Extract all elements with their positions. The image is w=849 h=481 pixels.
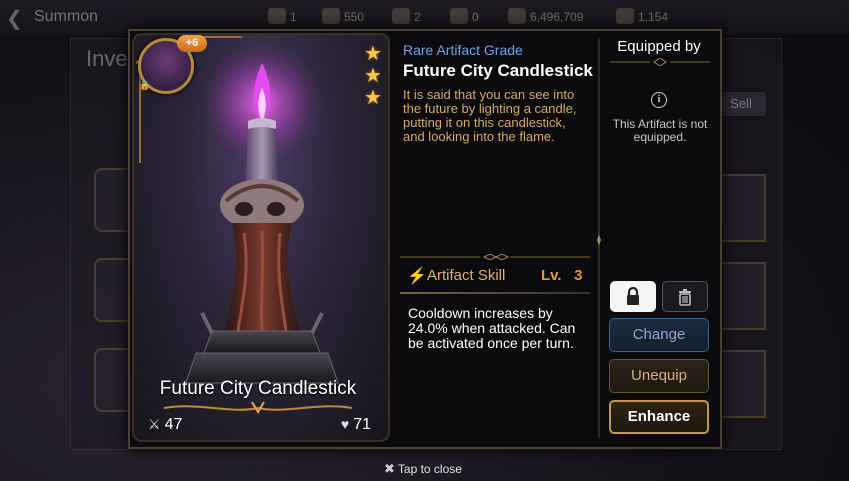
skill-level-value: 3 <box>574 267 583 284</box>
health-stat: ♥ 71 <box>341 416 371 434</box>
skill-level: Lv. 3 <box>541 267 582 284</box>
artifact-grade: Rare Artifact Grade <box>403 42 523 58</box>
skill-level-prefix: Lv. <box>541 267 562 284</box>
name-ornament <box>163 401 353 414</box>
back-arrow-icon[interactable]: ❮ <box>6 6 23 31</box>
screen-title: Summon <box>34 8 99 25</box>
resource-icon <box>268 8 286 24</box>
star-icon: ★ <box>364 43 382 65</box>
resource-value: 1 <box>290 10 297 24</box>
gold-icon <box>508 8 526 24</box>
sell-button: Sell <box>716 92 766 116</box>
gold-value: 6,496,709 <box>530 10 584 24</box>
skill-divider <box>400 292 590 294</box>
resource-value: 2 <box>414 10 421 24</box>
card-artifact-name: Future City Candlestick <box>159 378 357 399</box>
artifact-lore: It is said that you can see into the fut… <box>403 87 577 144</box>
enhance-button[interactable]: Enhance <box>609 400 709 434</box>
lock-button[interactable] <box>610 281 656 312</box>
info-icon: i <box>651 92 667 108</box>
resource-icon <box>616 8 634 24</box>
star-icon: ★ <box>364 65 382 87</box>
star-rating: ★ ★ ★ <box>364 43 384 109</box>
resource-icon <box>322 8 340 24</box>
attack-stat: ⚔ 47 <box>148 416 182 434</box>
resource-icon <box>392 8 410 24</box>
inventory-slot <box>716 174 766 242</box>
equipped-status: This Artifact is not equipped. <box>612 117 708 144</box>
resource-value: 0 <box>472 10 479 24</box>
equipped-ornament <box>610 58 710 66</box>
resource-value: 1,154 <box>638 10 669 24</box>
star-icon: ★ <box>364 87 382 109</box>
artifact-title: Future City Candlestick <box>403 61 593 80</box>
delete-button[interactable] <box>662 281 708 312</box>
skill-label: Artifact Skill <box>427 267 506 284</box>
artifact-skill-header: ⚡ Artifact Skill Lv. 3 <box>400 263 590 291</box>
section-divider <box>400 254 590 260</box>
sword-icon: ⚔ <box>148 416 161 432</box>
inventory-slot <box>716 262 766 330</box>
attack-value: 47 <box>164 416 183 433</box>
close-icon: ✖ <box>384 461 395 476</box>
lock-icon <box>627 286 639 305</box>
enhance-level-badge: +6 <box>177 35 207 52</box>
resource-value: 550 <box>344 10 365 24</box>
small-lock-icon: 🔒 <box>139 80 151 90</box>
trash-icon <box>679 289 691 306</box>
tap-to-close-label: Tap to close <box>397 462 462 476</box>
skill-description: Cooldown increases by 24.0% when attacke… <box>408 305 576 351</box>
lightning-icon: ⚡ <box>407 268 427 285</box>
tap-to-close[interactable]: ✖ Tap to close <box>384 461 462 477</box>
change-button[interactable]: Change <box>609 318 709 352</box>
resource-icon <box>450 8 468 24</box>
unequip-button[interactable]: Unequip <box>609 359 709 393</box>
health-value: 71 <box>353 416 371 433</box>
equipped-by-title: Equipped by <box>617 38 701 55</box>
inventory-title: Inve <box>86 46 128 71</box>
vertical-separator <box>597 38 601 438</box>
inventory-slot <box>716 350 766 418</box>
heart-icon: ♥ <box>340 416 350 432</box>
